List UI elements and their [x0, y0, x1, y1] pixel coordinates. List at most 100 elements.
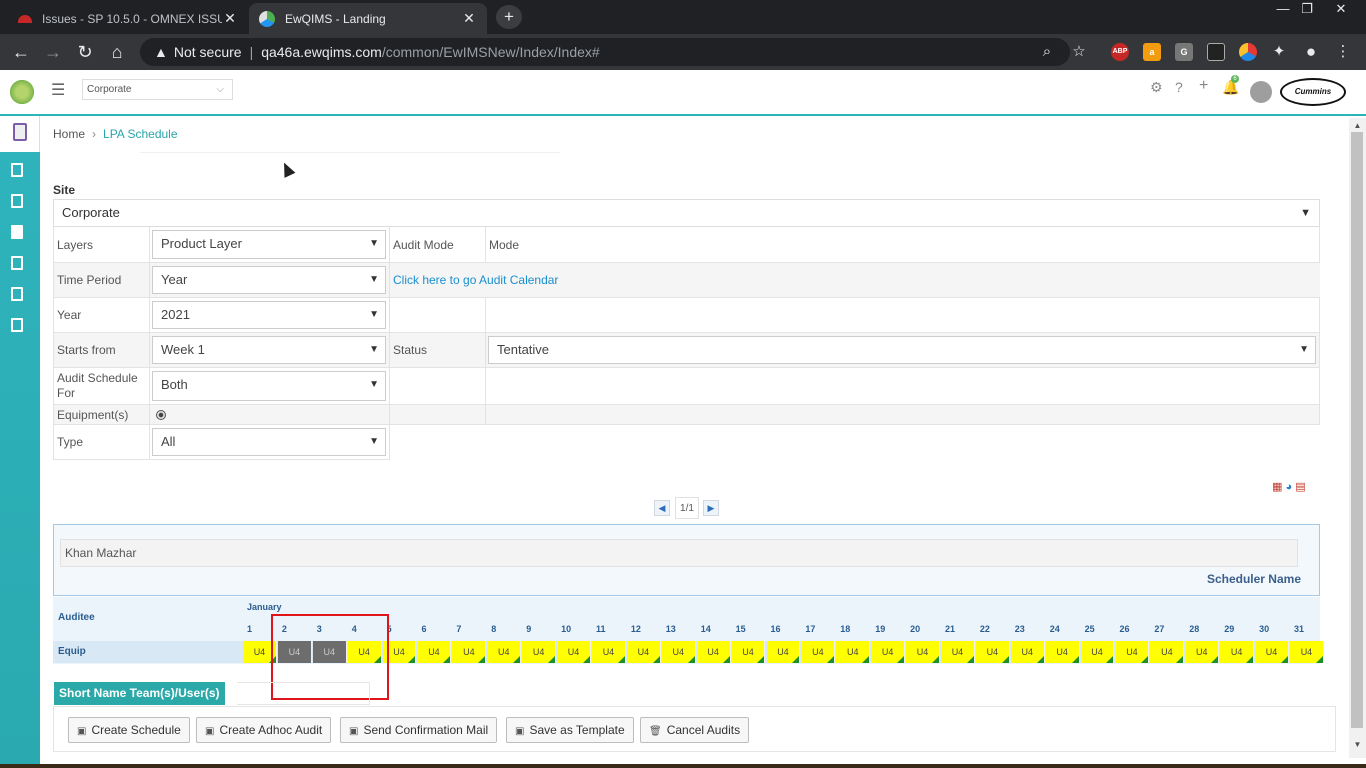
next-page-icon[interactable]: ▶ [703, 500, 719, 516]
extensions-puzzle-icon[interactable]: ✦ [1268, 41, 1290, 63]
sidebar-item-2-icon[interactable] [11, 194, 23, 208]
schedule-day-cell[interactable]: U4 [592, 641, 626, 663]
form-row-starts-from: Starts from Week 1 ▼ Status Tentative ▼ [53, 333, 1320, 368]
scroll-thumb[interactable] [1351, 132, 1363, 728]
schedule-day-cell[interactable]: U4 [487, 641, 522, 663]
close-tab-icon[interactable]: ✕ [461, 10, 477, 27]
sidebar-item-clipboard[interactable] [0, 116, 40, 152]
short-name-tabs[interactable]: Short Name Team(s)/User(s) [54, 682, 225, 705]
restore-icon[interactable]: ❐ [1292, 0, 1322, 18]
schedule-day-cell[interactable]: U4 [1150, 641, 1185, 663]
window-close-icon[interactable]: ✕ [1326, 0, 1356, 18]
schedule-day-cell[interactable]: U4 [871, 641, 906, 663]
schedule-day-cell[interactable]: U4 [1220, 641, 1255, 663]
back-icon[interactable]: ← [10, 41, 32, 63]
year-select[interactable]: 2021 ▼ [152, 301, 386, 329]
schedule-day-cell[interactable]: U4 [801, 641, 836, 663]
schedule-day-cell[interactable]: U4 [1010, 641, 1045, 663]
equipment-radio[interactable] [156, 409, 166, 420]
schedule-for-select[interactable]: Both ▼ [152, 371, 386, 401]
cancel-audits-button[interactable]: 🗑 Cancel Audits [640, 717, 750, 743]
forward-icon[interactable]: → [42, 41, 64, 63]
sidebar-item-3-icon[interactable] [11, 225, 23, 239]
bookmark-star-icon[interactable]: ☆ [1068, 41, 1090, 63]
schedule-day-cell[interactable]: U4 [1185, 641, 1220, 663]
schedule-day-cell[interactable]: U4 [1255, 641, 1289, 663]
schedule-day-cell[interactable]: U4 [452, 641, 487, 663]
user-avatar[interactable] [1250, 81, 1272, 103]
prev-page-icon[interactable]: ◀ [654, 500, 670, 516]
g-extension-icon[interactable]: G [1175, 43, 1193, 61]
starts-from-select[interactable]: Week 1 ▼ [152, 336, 386, 364]
address-bar[interactable]: ▲ Not secure | qa46a.ewqims.com/common/EwIM… [140, 38, 1070, 66]
schedule-day-cell[interactable]: U4 [661, 641, 696, 663]
close-tab-icon[interactable]: ✕ [222, 10, 238, 27]
url-path: /common/EwIMSNew/Index/Index# [381, 44, 600, 60]
schedule-day-cell[interactable]: U4 [766, 641, 801, 663]
schedule-day-cell[interactable]: U4 [522, 641, 557, 663]
send-confirmation-mail-button[interactable]: ▣ Send Confirmation Mail [340, 717, 498, 743]
tab-title: Issues - SP 10.5.0 - OMNEX ISSUE [42, 11, 222, 26]
sidebar-item-5-icon[interactable] [11, 287, 23, 301]
create-adhoc-audit-button[interactable]: ▣ Create Adhoc Audit [196, 717, 332, 743]
color-extension-icon[interactable] [1239, 43, 1257, 61]
hamburger-menu-icon[interactable]: ☰ [51, 80, 65, 100]
scheduler-name-field[interactable]: Khan Mazhar [60, 539, 1298, 567]
calendar-view-icon[interactable]: ▦ [1272, 481, 1282, 493]
scroll-down-icon[interactable]: ▼ [1349, 740, 1366, 749]
zoom-icon[interactable]: ⌕ [1036, 41, 1058, 63]
audit-calendar-link[interactable]: Click here to go Audit Calendar [393, 273, 558, 287]
reload-icon[interactable]: ↻ [74, 41, 96, 63]
schedule-day-cell[interactable]: U4 [731, 641, 766, 663]
schedule-day-cell[interactable]: U4 [941, 641, 975, 663]
pdf-extension-icon[interactable] [1207, 43, 1225, 61]
org-selector[interactable]: Corporate ⌵ [82, 79, 233, 100]
type-select[interactable]: All ▼ [152, 428, 386, 456]
starts-from-label: Starts from [53, 333, 150, 367]
empty-cell [390, 368, 486, 404]
sidebar-item-6-icon[interactable] [11, 318, 23, 332]
scroll-up-icon[interactable]: ▲ [1349, 121, 1366, 130]
type-cell: All ▼ [150, 425, 390, 459]
schedule-day-cell[interactable]: U4 [1290, 641, 1324, 663]
schedule-day-cell[interactable]: U4 [696, 641, 731, 663]
tab-ewqims[interactable]: EwQIMS - Landing ✕ [249, 3, 487, 34]
add-icon[interactable]: + [1199, 77, 1208, 95]
shopping-extension-icon[interactable]: a [1143, 43, 1161, 61]
time-period-select[interactable]: Year ▼ [152, 266, 386, 294]
form-row-year: Year 2021 ▼ [53, 298, 1320, 333]
sidebar-item-1-icon[interactable] [11, 163, 23, 177]
app-logo[interactable] [8, 78, 36, 106]
help-icon[interactable]: ? [1175, 79, 1183, 95]
settings-gear-icon[interactable]: ⚙ [1150, 79, 1163, 96]
schedule-day-cell[interactable]: U4 [1045, 641, 1080, 663]
save-as-template-button[interactable]: ▣ Save as Template [506, 717, 634, 743]
new-tab-button[interactable]: + [496, 5, 522, 29]
profile-icon[interactable]: ● [1300, 41, 1322, 63]
schedule-day-cell[interactable]: U4 [626, 641, 661, 663]
schedule-day-cell[interactable]: U4 [557, 641, 591, 663]
grid-view-icon[interactable]: ▤ [1295, 481, 1305, 493]
tab-title: EwQIMS - Landing [285, 11, 386, 26]
day-header: 19 [875, 624, 886, 634]
schedule-day-cell[interactable]: U4 [906, 641, 940, 663]
status-select[interactable]: Tentative ▼ [488, 336, 1316, 364]
sidebar-item-4-icon[interactable] [11, 256, 23, 270]
adblock-extension-icon[interactable]: ABP [1111, 43, 1129, 61]
menu-kebab-icon[interactable]: ⋮ [1332, 41, 1354, 63]
page-scrollbar[interactable]: ▲ ▼ [1349, 118, 1366, 758]
create-schedule-button[interactable]: ▣ Create Schedule [68, 717, 190, 743]
schedule-day-cell[interactable]: U4 [975, 641, 1010, 663]
day-header: 9 [526, 624, 532, 634]
schedule-day-cell[interactable]: U4 [417, 641, 452, 663]
globe-view-icon[interactable]: ◕ [1285, 481, 1292, 493]
view-toggle-icons: ▦ ◕ ▤ [1272, 480, 1306, 493]
schedule-day-cell[interactable]: U4 [836, 641, 871, 663]
home-icon[interactable]: ⌂ [106, 41, 128, 63]
tab-issues[interactable]: Issues - SP 10.5.0 - OMNEX ISSUE ✕ [8, 3, 248, 34]
site-select[interactable]: Corporate ▼ [53, 199, 1320, 227]
breadcrumb-home[interactable]: Home [53, 127, 85, 141]
layers-select[interactable]: Product Layer ▼ [152, 230, 386, 259]
schedule-day-cell[interactable]: U4 [1080, 641, 1115, 663]
schedule-day-cell[interactable]: U4 [1115, 641, 1150, 663]
